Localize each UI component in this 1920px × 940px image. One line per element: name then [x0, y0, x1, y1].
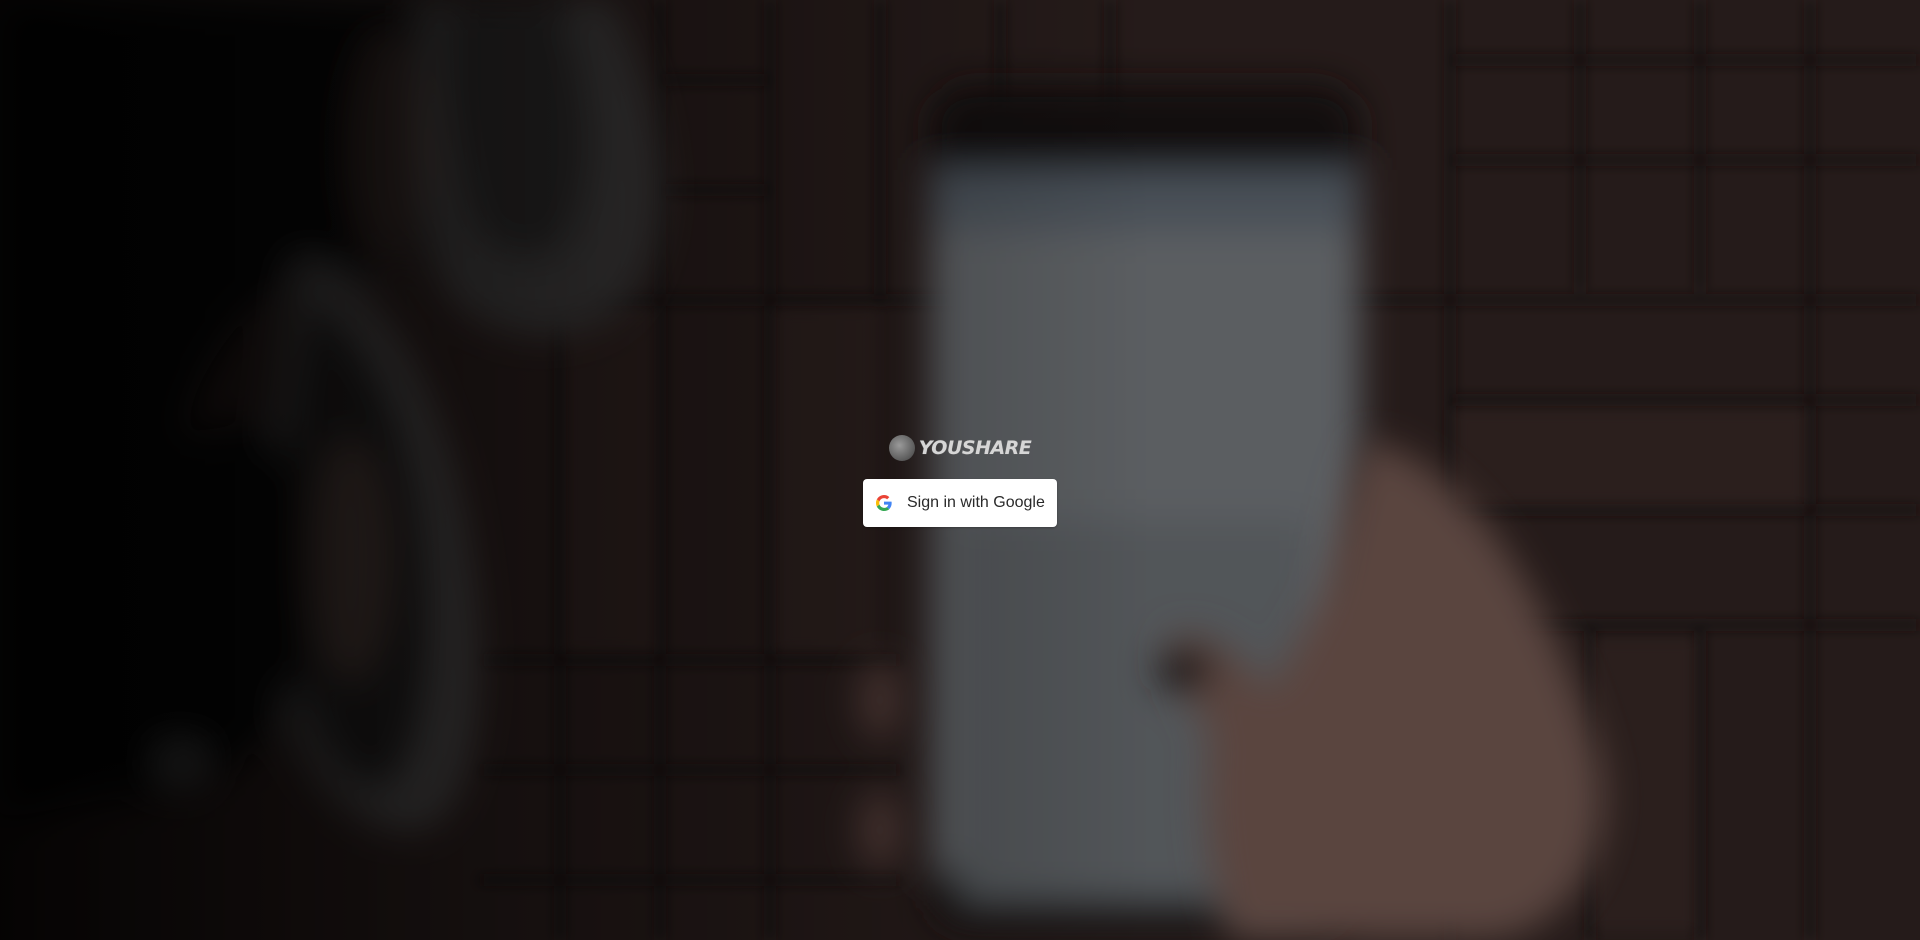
google-signin-button[interactable]: Sign in with Google	[863, 479, 1057, 527]
login-panel: YOUSHARE Sign in with Google	[863, 433, 1057, 527]
moon-logo-icon	[888, 435, 915, 461]
brand-name: YOUSHARE	[918, 437, 1032, 459]
google-signin-label: Sign in with Google	[907, 494, 1045, 511]
brand-logo: YOUSHARE	[888, 433, 1032, 463]
google-icon	[876, 495, 892, 511]
